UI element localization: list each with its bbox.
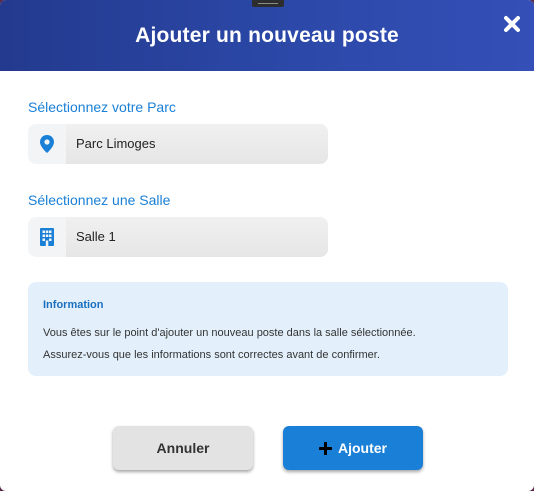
- add-button-label: Ajouter: [338, 440, 387, 456]
- info-text: Vous êtes sur le point d'ajouter un nouv…: [43, 322, 493, 366]
- cancel-button[interactable]: Annuler: [113, 426, 253, 470]
- cancel-button-label: Annuler: [156, 440, 210, 456]
- building-icon: [28, 217, 66, 257]
- info-box: Information Vous êtes sur le point d'ajo…: [28, 282, 508, 376]
- close-icon[interactable]: [502, 14, 522, 34]
- map-pin-icon: [28, 124, 66, 164]
- salle-label: Sélectionnez une Salle: [28, 192, 171, 208]
- info-line-2: Assurez-vous que les informations sont c…: [43, 349, 380, 361]
- parc-label: Sélectionnez votre Parc: [28, 99, 176, 115]
- info-line-1: Vous êtes sur le point d'ajouter un nouv…: [43, 327, 416, 339]
- info-title: Information: [43, 299, 104, 311]
- drag-handle[interactable]: [252, 0, 284, 7]
- salle-value: Salle 1: [66, 217, 328, 257]
- parc-select[interactable]: Parc Limoges: [28, 124, 328, 164]
- add-button[interactable]: Ajouter: [283, 426, 423, 470]
- plus-icon: [319, 441, 332, 455]
- add-post-dialog: Ajouter un nouveau poste Sélectionnez vo…: [0, 0, 534, 491]
- dialog-header: Ajouter un nouveau poste: [0, 0, 534, 71]
- salle-select[interactable]: Salle 1: [28, 217, 328, 257]
- dialog-title: Ajouter un nouveau poste: [135, 24, 399, 47]
- parc-value: Parc Limoges: [66, 124, 328, 164]
